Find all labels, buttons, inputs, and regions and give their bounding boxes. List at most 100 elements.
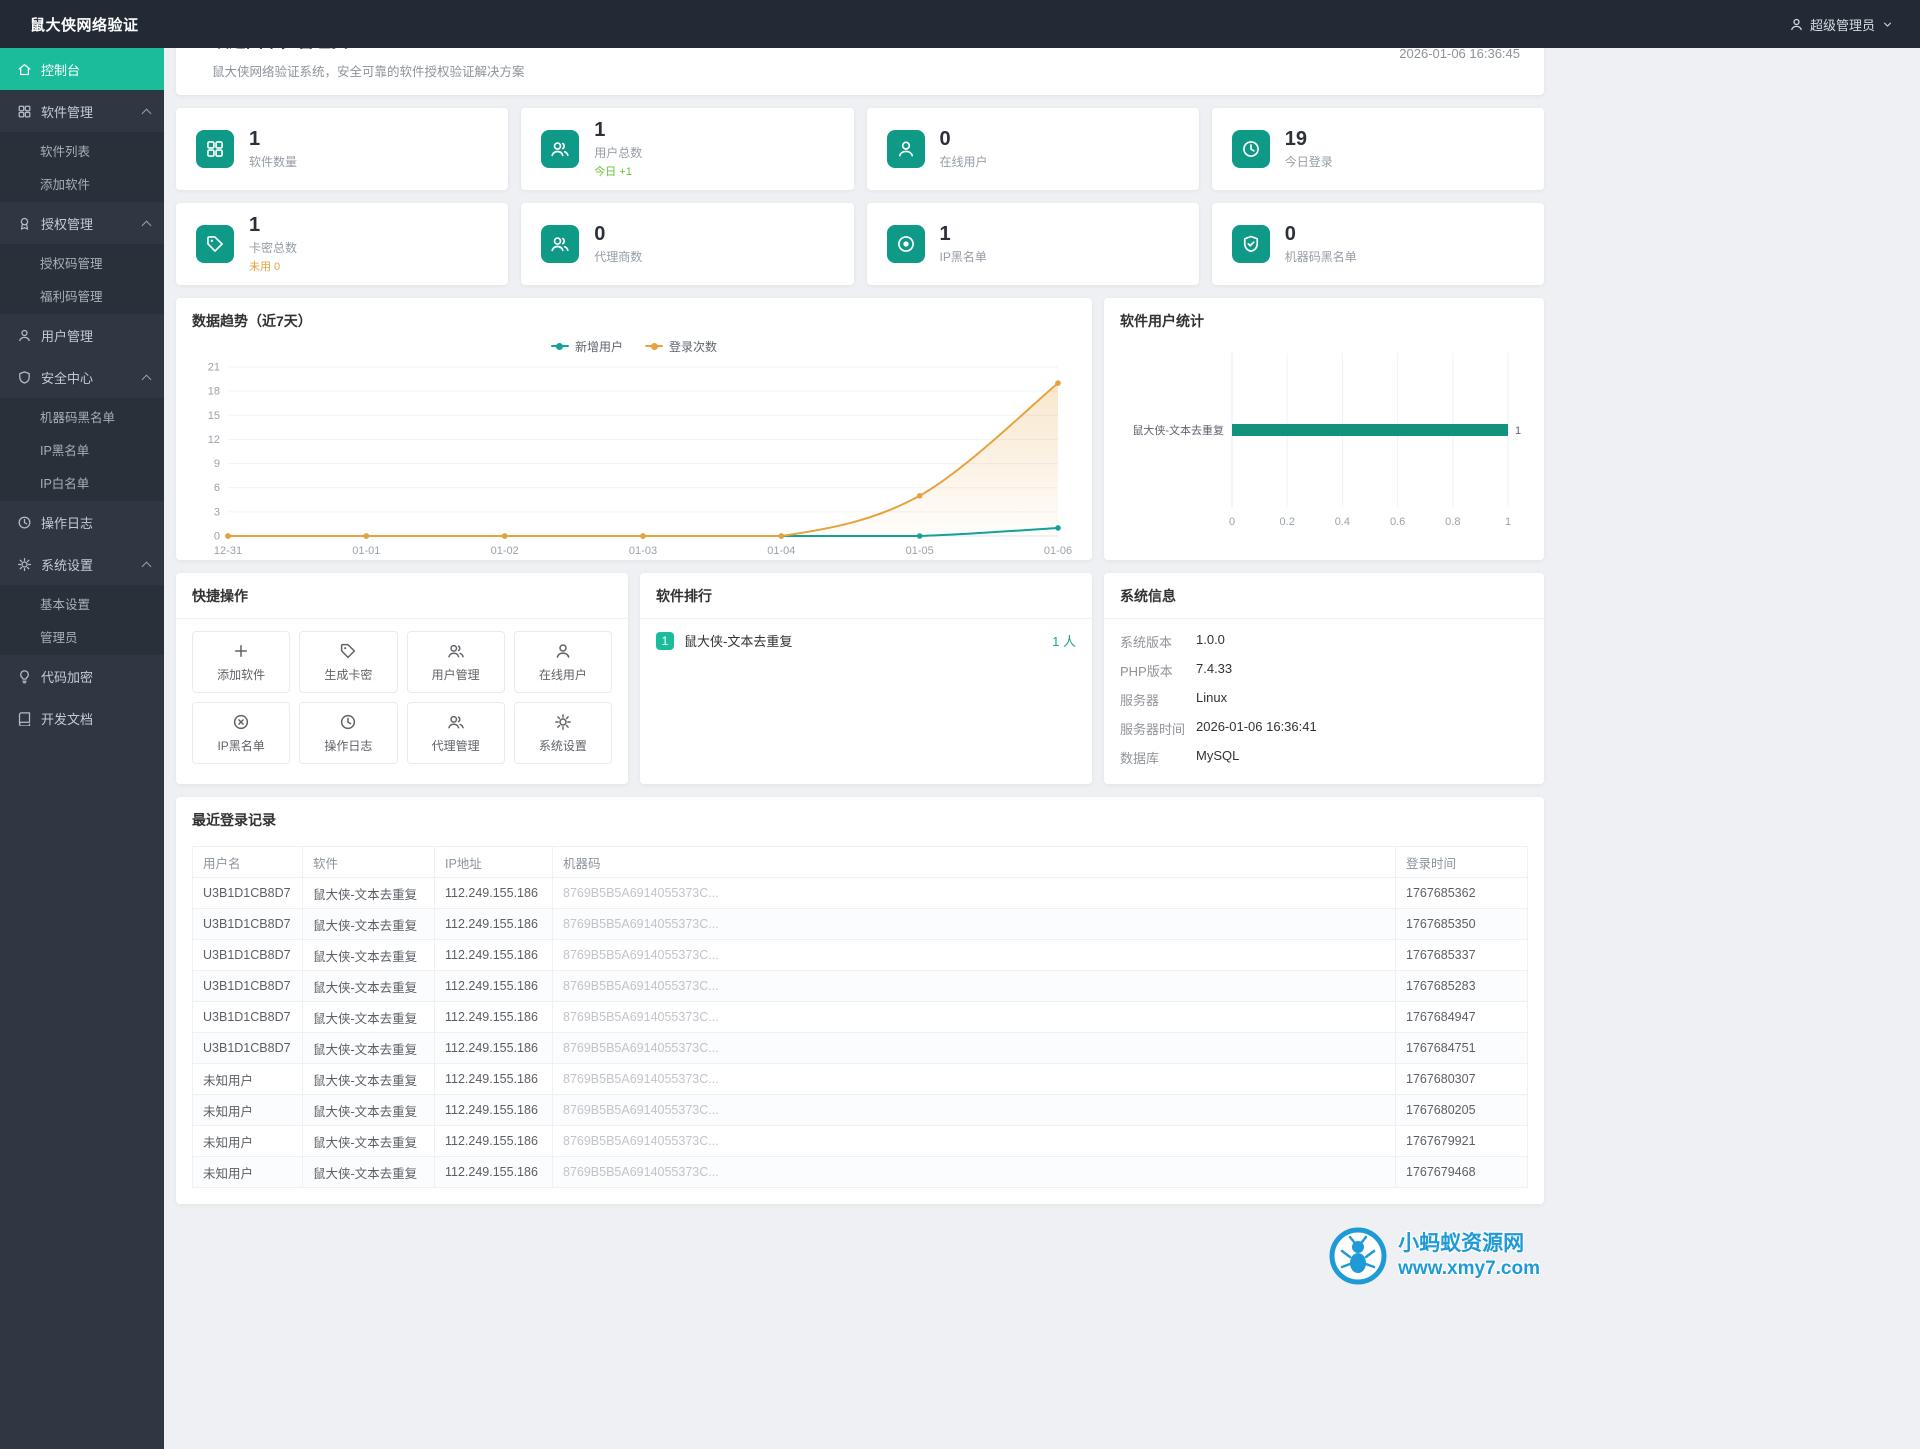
stat-label: 软件数量 [249,155,298,169]
sidebar-item-basic-settings[interactable]: 基本设置 [0,587,164,620]
svg-text:01-04: 01-04 [767,545,795,557]
table-row: U3B1D1CB8D7 鼠大侠-文本去重复 112.249.155.186 8769B… [192,970,1528,1002]
tag-icon [339,642,357,660]
table-cell: 8769B5B5A6914055373C... [552,939,1396,971]
top-header: 鼠大侠网络验证 超级管理员 [0,0,1920,48]
middle-row: 快捷操作 添加软件 生成卡密 用户管理 在线用户 IP黑名单 操作日志 代理管理 系统设置 软… [176,573,1544,784]
sidebar-item-operation-log[interactable]: 操作日志 [0,501,164,543]
stat-value: 19 [1284,128,1307,150]
chevron-up-icon [141,561,152,571]
sidebar-item-code-encrypt[interactable]: 代码加密 [0,655,164,697]
quick-action-operation-log[interactable]: 操作日志 [299,702,398,764]
table-cell: 8769B5B5A6914055373C... [552,1001,1396,1033]
ranking-item: 1 鼠大侠-文本去重复 1 人 [640,619,1092,662]
quick-action-agent-manage[interactable]: 代理管理 [406,702,505,764]
sidebar-item-system-settings[interactable]: 系统设置 [0,543,164,585]
sidebar-item-label: 安全中心 [41,370,94,386]
sidebar: 控制台 软件管理 软件列表 添加软件授权管理授权码管理 福利码管理用户管理安全中心机器码… [0,48,164,1449]
quick-action-user-manage[interactable]: 用户管理 [406,631,505,693]
users-icon [541,130,580,168]
table-cell: 8769B5B5A6914055373C... [552,970,1396,1002]
system-info-label: 系统版本 [1120,635,1173,650]
apps-icon [196,130,234,168]
sidebar-item-ip-whitelist[interactable]: IP白名单 [0,466,164,499]
trend-chart-card: 数据趋势（近7天） 新增用户 登录次数 0 3 6 9 12 15 18 21 12-31 01-0… [176,298,1092,560]
table-cell: 鼠大侠-文本去重复 [302,939,435,971]
sidebar-item-software-manage[interactable]: 软件管理 [0,90,164,132]
users-icon [447,642,465,660]
sidebar-item-security-center[interactable]: 安全中心 [0,356,164,398]
sidebar-item-dashboard[interactable]: 控制台 [0,48,164,90]
clock-icon [17,515,32,530]
stat-card-agent-count: 0 代理商数 [521,203,854,285]
sidebar-item-dev-docs[interactable]: 开发文档 [0,697,164,739]
sidebar-item-license-code-manage[interactable]: 授权码管理 [0,246,164,279]
chevron-up-icon [141,374,152,384]
quick-action-add-software[interactable]: 添加软件 [192,631,291,693]
table-row: 未知用户 鼠大侠-文本去重复 112.249.155.186 8769B5B5A691… [192,1063,1528,1095]
quick-action-label: IP黑名单 [217,738,265,753]
sidebar-item-label: 授权管理 [41,216,94,232]
sidebar-item-software-list[interactable]: 软件列表 [0,134,164,167]
table-cell: 112.249.155.186 [434,1156,553,1188]
stat-card-user-total: 1 用户总数 今日 +1 [521,108,854,190]
table-cell: U3B1D1CB8D7 [192,970,303,1002]
legend-item-1[interactable]: 登录次数 [645,338,717,355]
table-cell: 8769B5B5A6914055373C... [552,1156,1396,1188]
table-cell: 112.249.155.186 [434,1125,553,1157]
system-info-value: MySQL [1196,748,1240,763]
svg-text:12-31: 12-31 [214,545,242,557]
stat-card-online-users: 0 在线用户 [866,108,1199,190]
table-row: U3B1D1CB8D7 鼠大侠-文本去重复 112.249.155.186 8769B… [192,1001,1528,1033]
trend-line-chart: 0 3 6 9 12 15 18 21 12-31 01-01 01-02 01-03 01-04 01-… [208,362,1072,558]
table-cell: 8769B5B5A6914055373C... [552,1032,1396,1064]
charts-row: 数据趋势（近7天） 新增用户 登录次数 0 3 6 9 12 15 18 21 12-31 01-0… [176,298,1544,560]
table-row: 未知用户 鼠大侠-文本去重复 112.249.155.186 8769B5B5A691… [192,1125,1528,1157]
svg-text:01-05: 01-05 [906,545,934,557]
sidebar-item-user-manage[interactable]: 用户管理 [0,314,164,356]
quick-action-ip-blacklist[interactable]: IP黑名单 [192,702,291,764]
svg-text:01-02: 01-02 [491,545,519,557]
watermark-text: 小蚂蚁资源网 www.xmy7.com [1398,1231,1540,1281]
ranking-user-count: 1 人 [1052,634,1076,649]
system-info-row: 系统版本 1.0.0 [1120,627,1528,656]
quick-action-system-settings[interactable]: 系统设置 [513,702,612,764]
legend-item-0[interactable]: 新增用户 [550,338,623,355]
table-cell: 鼠大侠-文本去重复 [302,1063,435,1095]
quick-actions-grid: 添加软件 生成卡密 用户管理 在线用户 IP黑名单 操作日志 代理管理 系统设置 [176,619,628,778]
table-cell: 112.249.155.186 [434,877,553,909]
rank-badge: 1 [656,631,674,650]
user-name: 超级管理员 [1809,17,1875,33]
software-users-bar-chart: 0 0.2 0.4 0.6 0.8 1 鼠大侠-文本去重复 1 [1132,353,1521,528]
chevron-up-icon [141,220,152,230]
quick-action-label: 系统设置 [538,738,587,753]
stats-grid: 1 软件数量 1 用户总数 今日 +1 0 在线用户 19 今日登录 1 卡密总数 未用 0 0 代理商数… [176,108,1544,285]
stat-label: 卡密总数 [249,241,298,255]
sidebar-item-welfare-code-manage[interactable]: 福利码管理 [0,279,164,312]
sidebar-item-add-software[interactable]: 添加软件 [0,167,164,200]
table-cell: 112.249.155.186 [434,939,553,971]
table-cell: 112.249.155.186 [434,970,553,1002]
table-cell: 1767685350 [1395,908,1528,940]
svg-text:9: 9 [214,458,220,470]
svg-text:6: 6 [214,482,220,494]
system-info-rows: 系统版本 1.0.0 PHP版本 7.4.33 服务器 Linux 服务器时间 2026-01… [1104,619,1544,784]
home-icon [17,62,32,77]
sidebar-item-ip-blacklist[interactable]: IP黑名单 [0,433,164,466]
table-cell: 鼠大侠-文本去重复 [302,908,435,940]
user-menu[interactable]: 超级管理员 [1789,15,1894,34]
table-cell: 未知用户 [192,1094,303,1126]
svg-text:3: 3 [214,506,220,518]
sidebar-item-label: 用户管理 [41,328,94,344]
table-cell: 112.249.155.186 [434,908,553,940]
sidebar-item-license-manage[interactable]: 授权管理 [0,202,164,244]
quick-action-label: 代理管理 [431,738,480,753]
quick-action-generate-card[interactable]: 生成卡密 [299,631,398,693]
table-row: 未知用户 鼠大侠-文本去重复 112.249.155.186 8769B5B5A691… [192,1156,1528,1188]
quick-action-online-users[interactable]: 在线用户 [513,631,612,693]
sidebar-item-admins[interactable]: 管理员 [0,620,164,653]
svg-text:18: 18 [208,386,220,398]
sidebar-item-label: 代码加密 [41,669,94,685]
sidebar-item-machine-blacklist[interactable]: 机器码黑名单 [0,400,164,433]
x-circle-icon [232,713,250,731]
